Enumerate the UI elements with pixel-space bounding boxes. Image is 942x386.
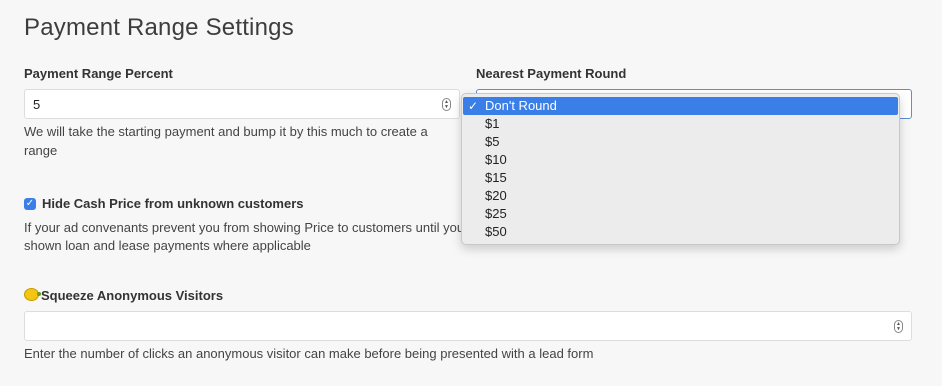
squeeze-input[interactable]: ▲ ▼	[24, 311, 912, 341]
range-percent-label: Payment Range Percent	[24, 66, 173, 81]
option-25[interactable]: $25	[463, 205, 898, 223]
option-label: $20	[485, 188, 507, 203]
hide-cash-checkbox[interactable]: ✓	[24, 198, 36, 210]
option-label: $1	[485, 116, 500, 131]
option-1[interactable]: $1	[463, 115, 898, 133]
hide-cash-label[interactable]: Hide Cash Price from unknown customers	[42, 196, 304, 211]
option-label: $5	[485, 134, 500, 149]
option-15[interactable]: $15	[463, 169, 898, 187]
option-label: $50	[485, 224, 507, 239]
option-label: Don't Round	[485, 98, 557, 113]
hide-cash-help-line1: If your ad convenants prevent you from s…	[24, 220, 475, 235]
option-5[interactable]: $5	[463, 133, 898, 151]
squeeze-label: Squeeze Anonymous Visitors	[41, 288, 224, 303]
range-percent-help: We will take the starting payment and bu…	[24, 124, 428, 158]
range-percent-value: 5	[33, 97, 41, 112]
option-dont-round[interactable]: ✓ Don't Round	[463, 97, 898, 115]
lemon-icon	[24, 288, 41, 301]
option-20[interactable]: $20	[463, 187, 898, 205]
option-label: $10	[485, 152, 507, 167]
option-10[interactable]: $10	[463, 151, 898, 169]
hide-cash-help-line2: shown loan and lease payments where appl…	[24, 238, 311, 253]
spinner-icon[interactable]: ▲ ▼	[442, 98, 451, 111]
range-percent-input[interactable]: 5 ▲ ▼	[24, 89, 460, 119]
squeeze-help: Enter the number of clicks an anonymous …	[24, 346, 594, 361]
spinner-icon[interactable]: ▲ ▼	[894, 320, 903, 333]
checkmark-icon: ✓	[468, 99, 479, 113]
option-50[interactable]: $50	[463, 223, 898, 241]
payment-round-dropdown: ✓ Don't Round $1 $5 $10 $15 $20 $25 $50	[461, 93, 900, 245]
option-label: $15	[485, 170, 507, 185]
squeeze-label-row: Squeeze Anonymous Visitors	[24, 288, 223, 303]
page-title: Payment Range Settings	[24, 14, 294, 41]
option-label: $25	[485, 206, 507, 221]
payment-round-label: Nearest Payment Round	[476, 66, 627, 81]
